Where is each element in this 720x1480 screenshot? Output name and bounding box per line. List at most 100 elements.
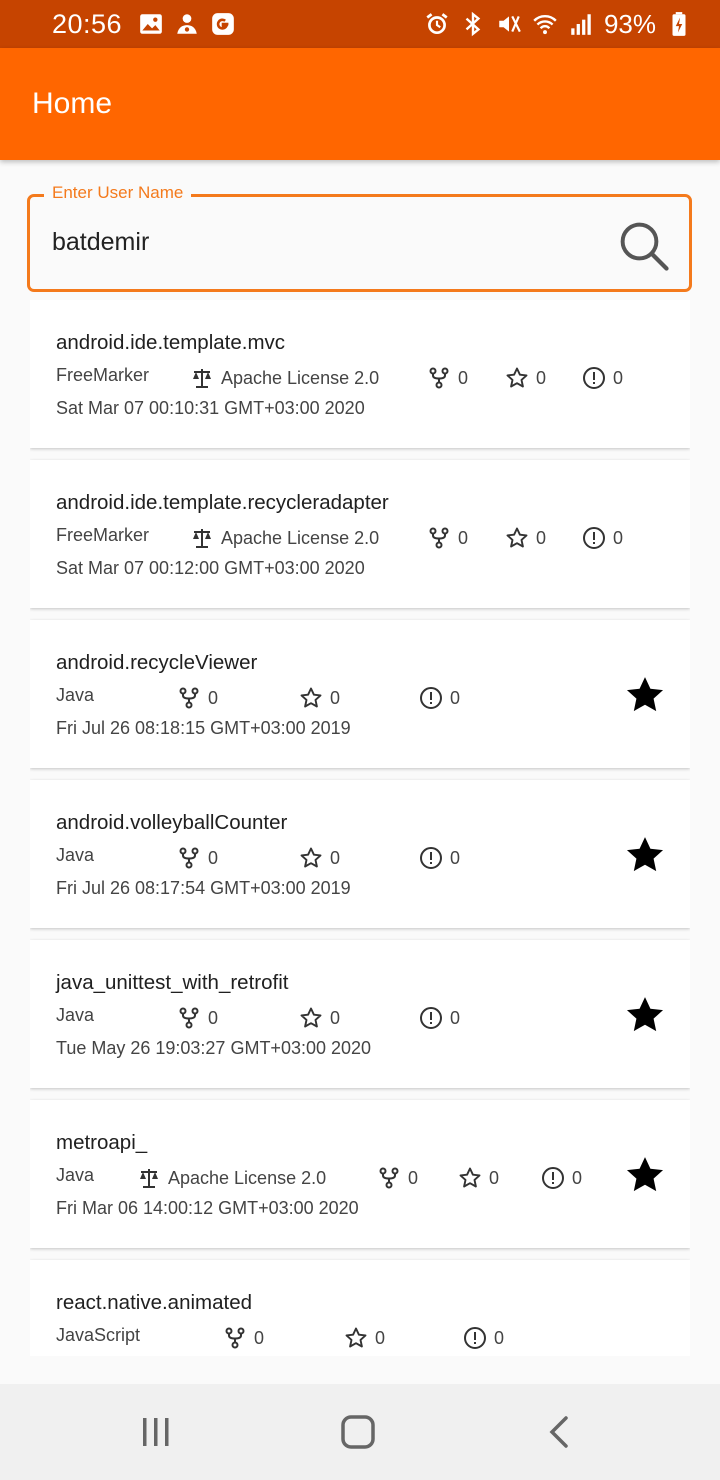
fork-icon <box>376 1165 402 1191</box>
repo-stars: 0 <box>298 1005 340 1031</box>
repo-issue-count: 0 <box>450 687 461 708</box>
repo-star-count: 0 <box>536 527 547 548</box>
repo-stars: 0 <box>504 525 546 551</box>
repo-language: JavaScript <box>56 1325 141 1345</box>
repo-forks: 0 <box>176 685 218 711</box>
repo-stars: 0 <box>298 845 340 871</box>
repo-license: Apache License 2.0 <box>189 365 379 391</box>
fork-icon <box>176 845 202 871</box>
repo-language: FreeMarker <box>56 365 150 385</box>
repo-list[interactable]: android.ide.template.mvc FreeMarker Apache… <box>30 300 690 1356</box>
repo-card[interactable]: android.ide.template.recycleradapter Free… <box>30 460 690 608</box>
repo-name: java_unittest_with_retrofit <box>56 971 289 994</box>
repo-fork-count: 0 <box>208 847 219 868</box>
gallery-icon <box>138 11 164 37</box>
status-bar-left: 20:56 <box>52 9 236 40</box>
favorite-star-icon[interactable] <box>624 1154 666 1196</box>
home-icon[interactable] <box>336 1412 380 1452</box>
bluetooth-icon <box>460 11 486 37</box>
issue-icon <box>540 1165 566 1191</box>
repo-license-text: Apache License 2.0 <box>221 527 380 548</box>
star-outline-icon <box>298 845 324 871</box>
repo-name: android.recycleViewer <box>56 651 258 674</box>
repo-forks: 0 <box>426 365 468 391</box>
username-input[interactable] <box>50 219 614 265</box>
repo-card[interactable]: android.volleyballCounter Java 0 0 0 Fri Jul … <box>30 780 690 928</box>
battery-charging-icon <box>666 11 692 37</box>
back-icon[interactable] <box>538 1412 582 1452</box>
repo-name: react.native.animated <box>56 1291 253 1314</box>
repo-issue-count: 0 <box>572 1167 583 1188</box>
page-title: Home <box>32 87 113 120</box>
repo-card[interactable]: android.recycleViewer Java 0 0 0 Fri Jul 26 0… <box>30 620 690 768</box>
issue-icon <box>418 845 444 871</box>
issue-icon <box>418 685 444 711</box>
issue-icon <box>418 1005 444 1031</box>
repo-license: Apache License 2.0 <box>189 525 379 551</box>
repo-license-text: Apache License 2.0 <box>221 367 380 388</box>
repo-license: Apache License 2.0 <box>136 1165 326 1191</box>
repo-card[interactable]: android.ide.template.mvc FreeMarker Apache… <box>30 300 690 448</box>
fork-icon <box>176 685 202 711</box>
google-icon <box>210 11 236 37</box>
repo-fork-count: 0 <box>458 367 469 388</box>
repo-date: Fri Jul 26 08:18:15 GMT+03:00 2019 <box>56 718 351 738</box>
issue-icon <box>462 1325 488 1351</box>
repo-issue-count: 0 <box>613 367 624 388</box>
repo-issues: 0 <box>418 1005 460 1031</box>
repo-fork-count: 0 <box>408 1167 419 1188</box>
repo-card[interactable]: java_unittest_with_retrofit Java 0 0 0 Tue Ma… <box>30 940 690 1088</box>
star-outline-icon <box>457 1165 483 1191</box>
repo-issue-count: 0 <box>450 1007 461 1028</box>
alarm-icon <box>424 11 450 37</box>
app-bar: Home <box>0 48 720 160</box>
repo-date: Tue May 26 19:03:27 GMT+03:00 2020 <box>56 1038 372 1058</box>
recent-apps-icon[interactable] <box>134 1412 178 1452</box>
favorite-star-icon[interactable] <box>624 674 666 716</box>
license-icon <box>189 525 215 551</box>
repo-star-count: 0 <box>330 847 341 868</box>
repo-license-text: Apache License 2.0 <box>168 1167 327 1188</box>
star-outline-icon <box>504 525 530 551</box>
repo-forks: 0 <box>376 1165 418 1191</box>
license-icon <box>136 1165 162 1191</box>
repo-fork-count: 0 <box>208 687 219 708</box>
repo-star-count: 0 <box>330 687 341 708</box>
signal-icon <box>568 11 594 37</box>
repo-forks: 0 <box>176 845 218 871</box>
repo-language: Java <box>56 845 95 865</box>
notification-app-icon <box>174 11 200 37</box>
repo-name: metroapi_ <box>56 1131 148 1154</box>
status-time: 20:56 <box>52 8 123 39</box>
repo-fork-count: 0 <box>254 1327 265 1348</box>
repo-issue-count: 0 <box>494 1327 505 1348</box>
username-field[interactable]: Enter User Name <box>27 183 692 292</box>
repo-fork-count: 0 <box>208 1007 219 1028</box>
repo-date: Fri Jul 26 08:17:54 GMT+03:00 2019 <box>56 878 351 898</box>
issue-icon <box>581 525 607 551</box>
issue-icon <box>581 365 607 391</box>
repo-date: Sat Mar 07 00:12:00 GMT+03:00 2020 <box>56 558 365 578</box>
repo-stars: 0 <box>343 1325 385 1351</box>
username-field-label: Enter User Name <box>44 183 192 203</box>
repo-stars: 0 <box>298 685 340 711</box>
favorite-star-icon[interactable] <box>624 834 666 876</box>
repo-issue-count: 0 <box>613 527 624 548</box>
repo-issue-count: 0 <box>450 847 461 868</box>
repo-name: android.ide.template.mvc <box>56 331 286 354</box>
repo-card[interactable]: react.native.animated JavaScript 0 0 0 <box>30 1260 690 1356</box>
repo-issues: 0 <box>540 1165 582 1191</box>
repo-card[interactable]: metroapi_ Java Apache License 2.0 0 0 0 Fri Ma… <box>30 1100 690 1248</box>
repo-forks: 0 <box>426 525 468 551</box>
fork-icon <box>176 1005 202 1031</box>
navigation-bar <box>0 1384 720 1480</box>
repo-language: Java <box>56 685 95 705</box>
repo-stars: 0 <box>457 1165 499 1191</box>
fork-icon <box>426 525 452 551</box>
repo-star-count: 0 <box>536 367 547 388</box>
mute-icon <box>496 11 522 37</box>
repo-date: Fri Mar 06 14:00:12 GMT+03:00 2020 <box>56 1198 359 1218</box>
search-icon[interactable] <box>617 219 671 273</box>
favorite-star-icon[interactable] <box>624 994 666 1036</box>
repo-language: Java <box>56 1005 95 1025</box>
